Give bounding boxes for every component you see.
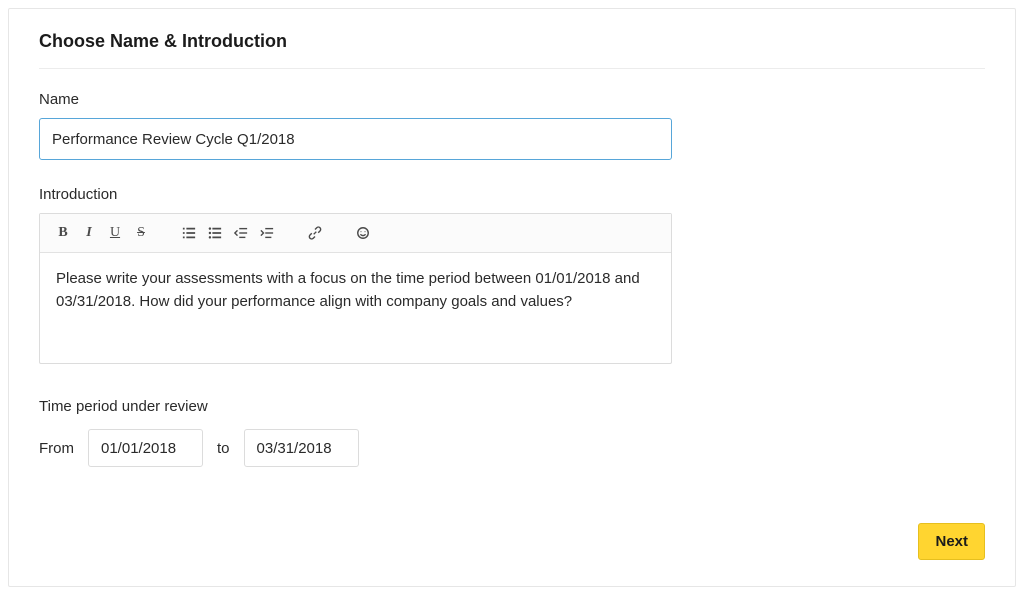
date-range-row: From to [39,429,985,467]
underline-button[interactable]: U [102,222,128,244]
strikethrough-button[interactable]: S [128,222,154,244]
introduction-field-group: Introduction B I U S [39,186,985,364]
introduction-textarea[interactable]: Please write your assessments with a foc… [40,253,671,363]
name-input[interactable] [39,118,672,160]
next-button[interactable]: Next [918,523,985,560]
ordered-list-icon[interactable] [176,222,202,244]
section-title: Choose Name & Introduction [39,31,985,69]
bold-button[interactable]: B [50,222,76,244]
from-label: From [39,440,74,457]
emoji-icon[interactable] [350,222,376,244]
time-period-label: Time period under review [39,398,985,415]
to-label: to [217,440,230,457]
name-label: Name [39,91,985,108]
to-date-input[interactable] [244,429,359,467]
italic-button[interactable]: I [76,222,102,244]
link-icon[interactable] [302,222,328,244]
setup-card: Choose Name & Introduction Name Introduc… [8,8,1016,587]
editor-toolbar: B I U S [40,214,671,253]
introduction-label: Introduction [39,186,985,203]
indent-icon[interactable] [254,222,280,244]
time-period-group: Time period under review From to [39,398,985,467]
name-field-group: Name [39,91,985,160]
rich-text-editor: B I U S [39,213,672,364]
from-date-input[interactable] [88,429,203,467]
outdent-icon[interactable] [228,222,254,244]
unordered-list-icon[interactable] [202,222,228,244]
